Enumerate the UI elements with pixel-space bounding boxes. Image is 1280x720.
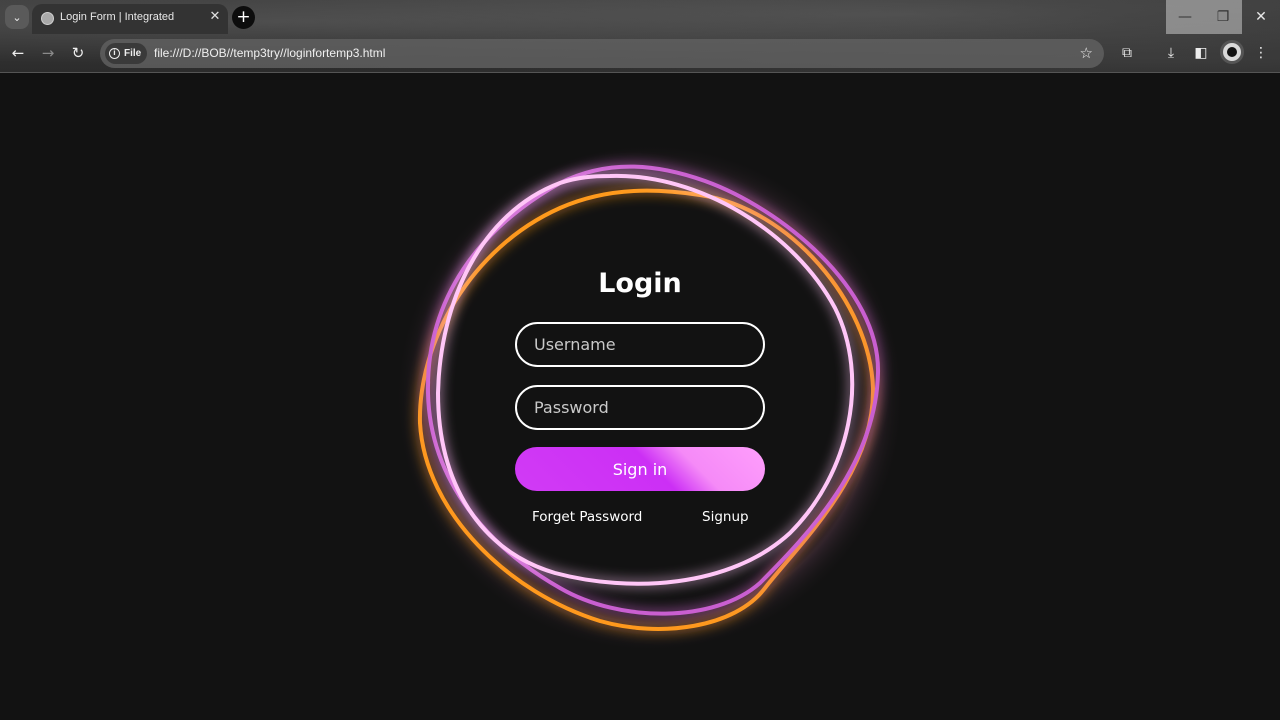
menu-kebab-icon[interactable]: ⋮ (1251, 43, 1271, 63)
username-input[interactable] (515, 322, 765, 367)
page-content: Login Sign in Forget Password Signup (0, 73, 1280, 720)
site-info-label: File (124, 48, 142, 59)
browser-chrome: ⌄ Login Form | Integrated ✕ + — ❐ ✕ ← → … (0, 0, 1280, 73)
info-icon: i (109, 48, 120, 59)
tab-strip: ⌄ Login Form | Integrated ✕ + — ❐ ✕ (0, 0, 1280, 34)
password-input[interactable] (515, 385, 765, 430)
tab-close-icon[interactable]: ✕ (207, 9, 223, 25)
download-icon[interactable]: ⤓ (1161, 43, 1181, 63)
minimize-button[interactable]: — (1166, 0, 1204, 34)
back-button[interactable]: ← (7, 42, 29, 64)
bookmark-star-icon[interactable]: ☆ (1080, 44, 1093, 62)
close-window-button[interactable]: ✕ (1242, 0, 1280, 34)
site-info-chip[interactable]: i File (105, 43, 147, 64)
window-controls: — ❐ ✕ (1166, 0, 1280, 34)
url-text[interactable]: file:///D://BOB//temp3try//loginfortemp3… (154, 46, 385, 60)
browser-toolbar: ← → ↻ i File file:///D://BOB//temp3try//… (0, 34, 1280, 72)
side-panel-icon[interactable]: ◧ (1191, 43, 1211, 63)
profile-avatar[interactable] (1220, 40, 1244, 64)
login-title: Login (598, 268, 682, 299)
forward-button[interactable]: → (37, 42, 59, 64)
signup-link[interactable]: Signup (702, 509, 749, 525)
extensions-icon[interactable]: ⧉ (1117, 43, 1137, 63)
forget-password-link[interactable]: Forget Password (532, 509, 642, 525)
tab-title: Login Form | Integrated (60, 11, 175, 23)
globe-icon (41, 12, 54, 25)
sign-in-button[interactable]: Sign in (515, 447, 765, 491)
address-bar[interactable]: i File file:///D://BOB//temp3try//loginf… (100, 39, 1104, 68)
tab-search-button[interactable]: ⌄ (5, 5, 29, 29)
reload-button[interactable]: ↻ (67, 42, 89, 64)
restore-button[interactable]: ❐ (1204, 0, 1242, 34)
new-tab-button[interactable]: + (232, 6, 255, 29)
browser-tab[interactable]: Login Form | Integrated ✕ (32, 4, 228, 34)
